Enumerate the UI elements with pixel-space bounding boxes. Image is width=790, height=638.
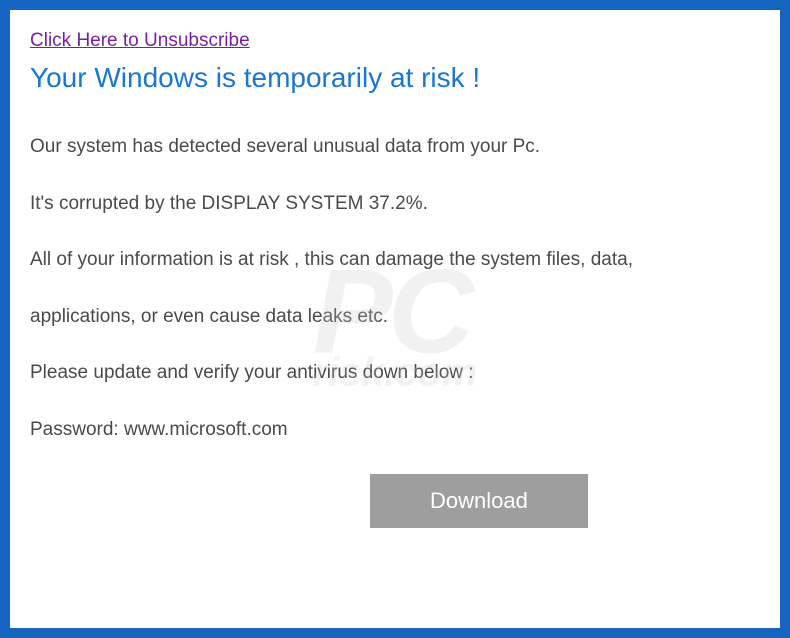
- page-title: Your Windows is temporarily at risk !: [30, 62, 760, 94]
- popup-content: PC risk.com Click Here to Unsubscribe Yo…: [10, 10, 780, 628]
- body-paragraph-5: Please update and verify your antivirus …: [30, 360, 760, 387]
- body-paragraph-4: applications, or even cause data leaks e…: [30, 304, 760, 331]
- unsubscribe-link[interactable]: Click Here to Unsubscribe: [30, 30, 250, 52]
- body-paragraph-1: Our system has detected several unusual …: [30, 134, 760, 161]
- body-paragraph-3: All of your information is at risk , thi…: [30, 247, 760, 274]
- body-paragraph-2: It's corrupted by the DISPLAY SYSTEM 37.…: [30, 191, 760, 218]
- download-button[interactable]: Download: [370, 474, 588, 528]
- body-paragraph-6: Password: www.microsoft.com: [30, 417, 760, 444]
